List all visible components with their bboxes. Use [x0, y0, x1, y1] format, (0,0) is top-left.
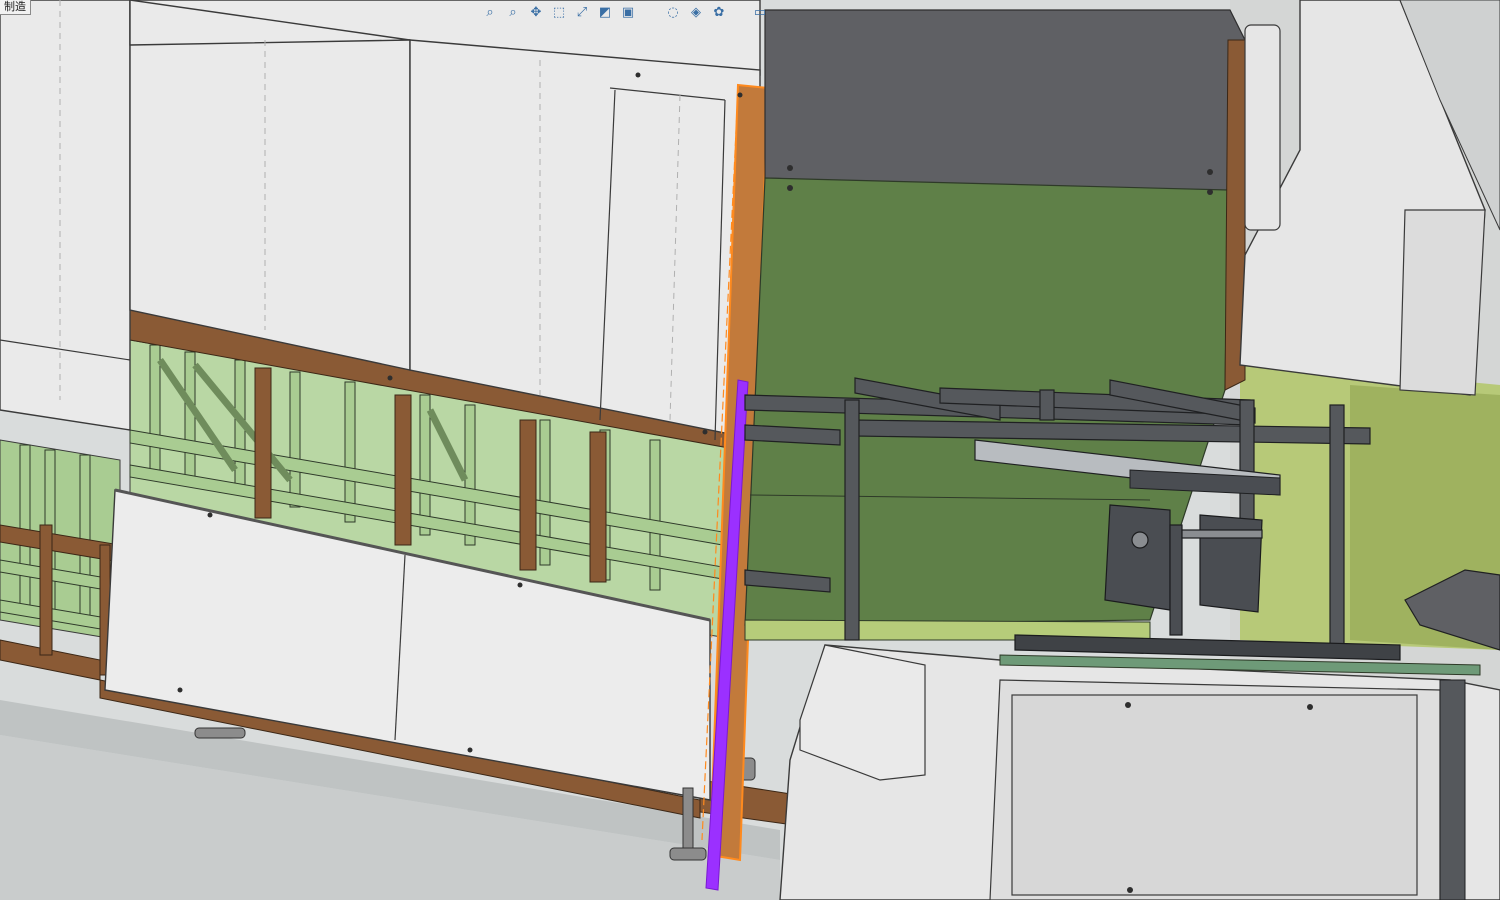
normal-view-icon[interactable]: ⬚	[549, 2, 569, 22]
right-upper-housing-face	[1399, 209, 1486, 396]
pan-icon[interactable]: ✥	[526, 2, 546, 22]
cabinet-top-gray	[764, 9, 1246, 196]
iso-view-icon[interactable]: ◩	[595, 2, 615, 22]
hide-show-icon[interactable]: ◌	[663, 2, 683, 22]
view-toolbar: ⌕ ⌕ ✥ ⬚ ⤢ ◩ ▣ ◌ ◈ ✿ ▭	[480, 0, 770, 24]
right-dark-column	[1439, 679, 1466, 900]
render-style-icon[interactable]: ◈	[686, 2, 706, 22]
zoom-out-icon[interactable]: ⌕	[503, 2, 523, 22]
lower-machine-panel	[1011, 694, 1418, 896]
3d-viewport[interactable]	[0, 0, 1500, 900]
workbench-tab-label[interactable]: 制造	[0, 0, 31, 15]
zoom-in-icon[interactable]: ⌕	[480, 2, 500, 22]
fit-all-icon[interactable]: ⤢	[572, 2, 592, 22]
view-cube-icon[interactable]: ▣	[618, 2, 638, 22]
display-monitor-icon[interactable]: ▭	[750, 2, 770, 22]
cad-model-canvas[interactable]	[0, 0, 1500, 900]
side-post	[1244, 24, 1281, 231]
color-palette-icon[interactable]: ✿	[709, 2, 729, 22]
